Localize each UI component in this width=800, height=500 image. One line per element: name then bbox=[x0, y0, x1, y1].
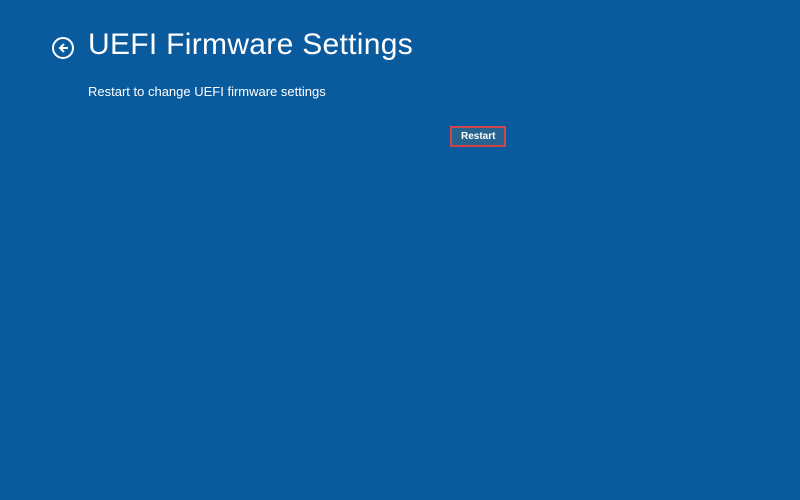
arrow-left-icon bbox=[57, 42, 69, 54]
page-title: UEFI Firmware Settings bbox=[88, 28, 413, 62]
restart-button[interactable]: Restart bbox=[450, 126, 506, 147]
header: UEFI Firmware Settings bbox=[0, 0, 800, 62]
back-arrow-icon[interactable] bbox=[52, 37, 74, 59]
subtitle-text: Restart to change UEFI firmware settings bbox=[0, 62, 800, 99]
